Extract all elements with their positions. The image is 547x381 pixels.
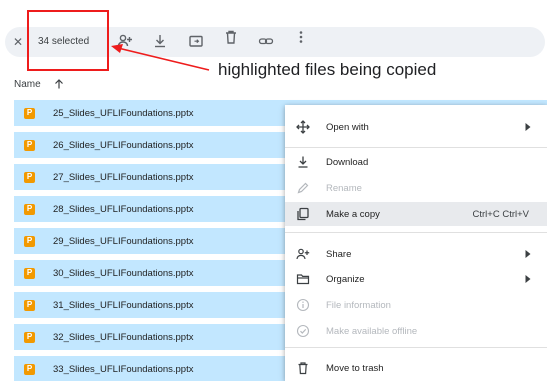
annotation-highlight-box bbox=[27, 10, 109, 71]
file-name: 33_Slides_UFLIFoundations.pptx bbox=[53, 363, 194, 375]
menu-item-label: Rename bbox=[326, 182, 362, 194]
powerpoint-file-icon: P bbox=[24, 171, 35, 183]
file-name: 29_Slides_UFLIFoundations.pptx bbox=[53, 235, 194, 247]
folder-icon bbox=[296, 272, 310, 286]
info-icon bbox=[296, 298, 310, 312]
download-icon bbox=[296, 155, 310, 169]
trash-icon bbox=[296, 361, 310, 375]
share-person-icon[interactable] bbox=[117, 33, 133, 49]
arrow-up-icon[interactable] bbox=[53, 78, 65, 90]
more-vert-icon[interactable] bbox=[293, 29, 309, 45]
file-name: 25_Slides_UFLIFoundations.pptx bbox=[53, 107, 194, 119]
menu-item-label: Organize bbox=[326, 273, 365, 285]
chevron-right-icon bbox=[525, 123, 531, 131]
name-column-header[interactable]: Name bbox=[14, 78, 65, 90]
menu-item-make-available-offline: Make available offline bbox=[285, 319, 547, 343]
download-icon[interactable] bbox=[152, 33, 168, 49]
link-icon[interactable] bbox=[258, 33, 274, 49]
file-name: 26_Slides_UFLIFoundations.pptx bbox=[53, 139, 194, 151]
keyboard-shortcut: Ctrl+C Ctrl+V bbox=[472, 208, 529, 220]
menu-item-file-information: File information bbox=[285, 293, 547, 317]
powerpoint-file-icon: P bbox=[24, 299, 35, 311]
menu-item-label: Make available offline bbox=[326, 325, 418, 337]
menu-item-make-a-copy[interactable]: Make a copy Ctrl+C Ctrl+V bbox=[285, 202, 547, 226]
copy-icon bbox=[296, 207, 310, 221]
menu-item-label: File information bbox=[326, 299, 391, 311]
file-name: 30_Slides_UFLIFoundations.pptx bbox=[53, 267, 194, 279]
file-name: 32_Slides_UFLIFoundations.pptx bbox=[53, 331, 194, 343]
menu-item-organize[interactable]: Organize bbox=[285, 267, 547, 291]
menu-item-rename: Rename bbox=[285, 176, 547, 200]
open-with-icon bbox=[296, 120, 310, 134]
powerpoint-file-icon: P bbox=[24, 139, 35, 151]
menu-item-label: Move to trash bbox=[326, 362, 384, 374]
menu-item-share[interactable]: Share bbox=[285, 242, 547, 266]
powerpoint-file-icon: P bbox=[24, 203, 35, 215]
menu-divider bbox=[285, 347, 547, 348]
powerpoint-file-icon: P bbox=[24, 107, 35, 119]
menu-divider bbox=[285, 147, 547, 148]
menu-item-label: Open with bbox=[326, 121, 369, 133]
file-name: 27_Slides_UFLIFoundations.pptx bbox=[53, 171, 194, 183]
menu-item-move-to-trash[interactable]: Move to trash bbox=[285, 356, 547, 380]
context-menu: Open with Download Rename Make a copy Ct… bbox=[285, 105, 547, 381]
menu-item-label: Make a copy bbox=[326, 208, 380, 220]
offline-icon bbox=[296, 324, 310, 338]
annotation-text: highlighted files being copied bbox=[218, 60, 437, 79]
menu-item-open-with[interactable]: Open with bbox=[285, 115, 547, 139]
powerpoint-file-icon: P bbox=[24, 363, 35, 375]
name-column-label: Name bbox=[14, 78, 41, 90]
powerpoint-file-icon: P bbox=[24, 267, 35, 279]
file-name: 28_Slides_UFLIFoundations.pptx bbox=[53, 203, 194, 215]
menu-item-label: Download bbox=[326, 156, 369, 168]
chevron-right-icon bbox=[525, 275, 531, 283]
close-icon[interactable]: ✕ bbox=[13, 34, 23, 50]
powerpoint-file-icon: P bbox=[24, 235, 35, 247]
menu-item-label: Share bbox=[326, 248, 352, 260]
pencil-icon bbox=[296, 181, 310, 195]
powerpoint-file-icon: P bbox=[24, 331, 35, 343]
share-person-icon bbox=[296, 247, 310, 261]
menu-item-download[interactable]: Download bbox=[285, 150, 547, 174]
move-folder-icon[interactable] bbox=[188, 33, 204, 49]
chevron-right-icon bbox=[525, 250, 531, 258]
menu-divider bbox=[285, 232, 547, 233]
file-name: 31_Slides_UFLIFoundations.pptx bbox=[53, 299, 194, 311]
trash-icon[interactable] bbox=[223, 29, 239, 45]
